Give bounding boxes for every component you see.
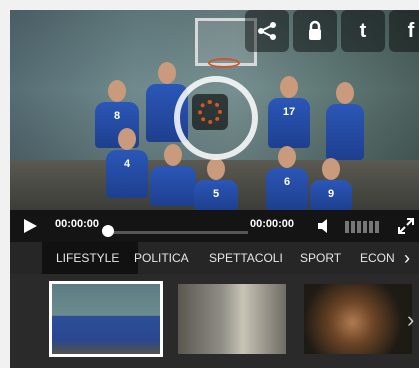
- jersey-number: 9: [327, 188, 335, 200]
- video-thumbnail[interactable]: [304, 284, 412, 354]
- player-figure: 17: [268, 76, 310, 148]
- tabs-next-icon[interactable]: ›: [404, 248, 410, 269]
- spinner-ring-icon: [198, 100, 222, 124]
- tab-lifestyle[interactable]: LIFESTYLE: [42, 242, 138, 274]
- share-button[interactable]: [245, 10, 289, 52]
- category-tabs: LIFESTYLE POLITICA SPETTACOLI SPORT ECON…: [10, 242, 419, 274]
- twitter-icon: t: [359, 19, 367, 42]
- volume-slider[interactable]: [345, 221, 379, 233]
- jersey-number: 8: [113, 110, 121, 122]
- lock-icon: [309, 20, 321, 40]
- video-thumbnail[interactable]: [178, 284, 286, 354]
- lock-button[interactable]: [293, 10, 337, 52]
- share-bar: t f: [241, 10, 419, 56]
- current-time: 00:00:00: [55, 218, 100, 230]
- twitter-button[interactable]: t: [341, 10, 385, 52]
- tab-sport[interactable]: SPORT: [300, 242, 341, 274]
- facebook-icon: f: [407, 19, 415, 42]
- player-figure: 4: [106, 128, 148, 198]
- fullscreen-icon[interactable]: [398, 218, 414, 234]
- jersey-number: 17: [282, 106, 296, 118]
- seek-bar[interactable]: [108, 231, 248, 234]
- play-icon[interactable]: [24, 219, 37, 233]
- player-figure: 6: [266, 146, 308, 210]
- volume-icon[interactable]: [318, 219, 331, 233]
- spinner-core: [192, 94, 228, 130]
- tab-economia[interactable]: ECON: [360, 242, 395, 274]
- player-figure: [326, 82, 364, 160]
- jersey-number: 5: [212, 188, 220, 200]
- tab-politica[interactable]: POLITICA: [134, 242, 189, 274]
- duration: 00:00:00: [250, 218, 295, 230]
- seek-knob[interactable]: [102, 225, 114, 237]
- share-icon: [258, 22, 276, 40]
- player-figure: 5: [194, 158, 238, 210]
- jersey-number: 6: [283, 176, 291, 188]
- tab-spettacoli[interactable]: SPETTACOLI: [209, 242, 283, 274]
- carousel-next-icon[interactable]: ›: [407, 307, 414, 333]
- loading-spinner: [174, 76, 258, 160]
- jersey-number: 4: [123, 158, 131, 170]
- player-controls: 00:00:00 00:00:00: [10, 210, 419, 242]
- video-thumbnail[interactable]: [49, 281, 163, 357]
- player-figure: 9: [310, 158, 352, 210]
- video-carousel: ›: [10, 274, 419, 368]
- facebook-button[interactable]: f: [389, 10, 419, 52]
- video-player[interactable]: 8 17 4 5 6 9 t f 00:00:00 00:00:00: [10, 10, 419, 242]
- player-figure: [150, 144, 196, 206]
- video-frame[interactable]: 8 17 4 5 6 9 t f: [10, 10, 419, 210]
